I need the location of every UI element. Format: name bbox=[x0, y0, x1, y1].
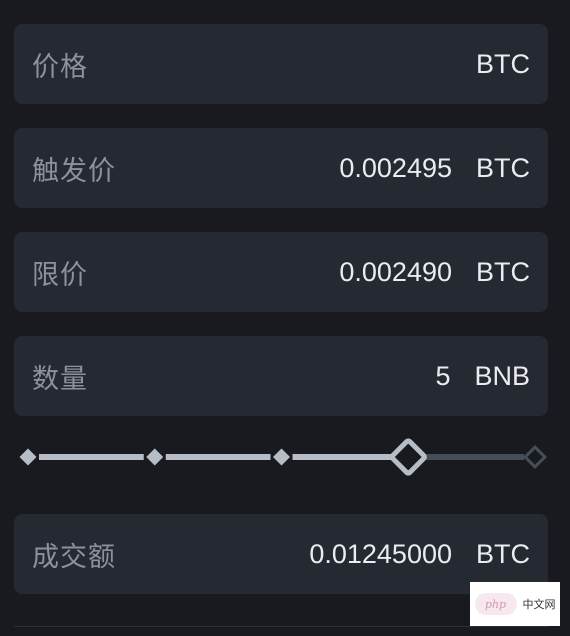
limit-price-label: 限价 bbox=[32, 259, 88, 291]
total-unit: BTC bbox=[476, 538, 530, 569]
slider-track[interactable] bbox=[0, 430, 570, 486]
total-field[interactable]: 成交额 0.01245000 BTC bbox=[14, 514, 548, 594]
total-label: 成交额 bbox=[32, 541, 116, 573]
quantity-field[interactable]: 数量 5 BNB bbox=[14, 336, 548, 416]
price-field[interactable]: 价格 BTC bbox=[14, 24, 548, 104]
price-label: 价格 bbox=[32, 51, 88, 83]
watermark-site-text: 中文网 bbox=[522, 598, 556, 611]
price-unit: BTC bbox=[476, 48, 530, 79]
quantity-label: 数量 bbox=[32, 363, 88, 395]
slider-step-marker[interactable] bbox=[522, 444, 548, 470]
watermark-logo-pill: php bbox=[474, 593, 517, 615]
order-form: 价格 BTC 触发价 0.002495 BTC 限价 0.002490 BTC … bbox=[0, 0, 570, 636]
quantity-percent-slider[interactable] bbox=[0, 430, 570, 486]
limit-price-field[interactable]: 限价 0.002490 BTC bbox=[14, 232, 548, 312]
trigger-price-unit: BTC bbox=[476, 152, 530, 183]
slider-step-marker[interactable] bbox=[146, 448, 164, 466]
limit-price-unit: BTC bbox=[476, 256, 530, 287]
total-value[interactable]: 0.01245000 bbox=[309, 539, 452, 570]
limit-price-value[interactable]: 0.002490 bbox=[339, 257, 452, 288]
trigger-price-field[interactable]: 触发价 0.002495 BTC bbox=[14, 128, 548, 208]
slider-step-marker[interactable] bbox=[19, 448, 37, 466]
trigger-price-label: 触发价 bbox=[32, 155, 116, 187]
watermark-logo: php 中文网 bbox=[470, 582, 560, 626]
divider bbox=[14, 626, 548, 627]
quantity-unit: BNB bbox=[474, 360, 530, 391]
quantity-value[interactable]: 5 bbox=[435, 361, 450, 392]
slider-thumb[interactable] bbox=[389, 438, 427, 476]
trigger-price-value[interactable]: 0.002495 bbox=[339, 153, 452, 184]
slider-step-marker[interactable] bbox=[273, 448, 290, 466]
